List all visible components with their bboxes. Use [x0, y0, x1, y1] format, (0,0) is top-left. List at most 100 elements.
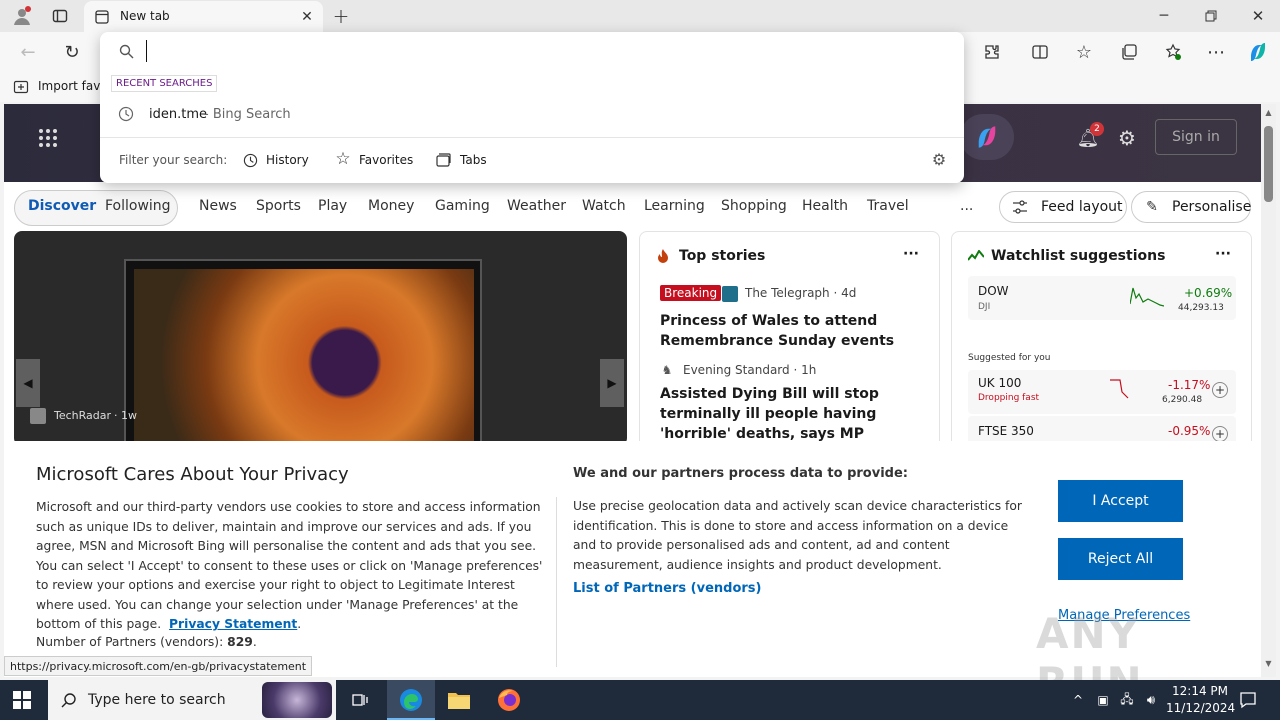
scrollbar-thumb[interactable] [1264, 126, 1273, 202]
network-icon[interactable]: 🖧︎ [1118, 691, 1136, 709]
tray-device-icon[interactable]: ▣ [1094, 691, 1112, 709]
browser-essentials-icon[interactable] [1161, 40, 1185, 64]
carousel-next-icon[interactable]: ▶ [600, 359, 624, 407]
top-stories-more[interactable]: ··· [903, 246, 919, 262]
notification-center-icon[interactable] [1238, 690, 1258, 710]
sign-in-label: Sign in [1172, 129, 1220, 145]
privacy-statement-link[interactable]: Privacy Statement [169, 617, 297, 631]
vertical-scrollbar[interactable]: ▲ ▼ [1261, 104, 1276, 677]
taskbar-search-box[interactable]: Type here to search [48, 680, 336, 720]
back-icon[interactable]: ← [16, 40, 40, 64]
nav-following[interactable]: Following [105, 198, 171, 214]
partners-count: 829 [227, 635, 253, 649]
address-dropdown: RECENT SEARCHES iden.tme - Bing Search F… [100, 32, 964, 183]
dow-name: DOW [978, 284, 1009, 298]
copilot-icon[interactable] [1246, 40, 1270, 64]
uk100-row[interactable]: UK 100 Dropping fast -1.17% 6,290.48 + [968, 370, 1236, 414]
restore-icon[interactable] [1197, 4, 1225, 28]
refresh-icon[interactable]: ↻ [60, 40, 84, 64]
add-ftse350-icon[interactable]: + [1212, 426, 1228, 441]
nav-travel[interactable]: Travel [867, 198, 909, 214]
taskbar: Type here to search ^ ▣ 🖧︎ 🔊︎ 12:14 PM 1… [0, 680, 1280, 720]
hero-card[interactable]: ◀ ▶ TechRadar · 1w [14, 231, 627, 441]
nav-shopping[interactable]: Shopping [721, 198, 787, 214]
nav-health[interactable]: Health [802, 198, 848, 214]
filter-history[interactable]: History [266, 153, 309, 167]
apps-grid-icon[interactable] [36, 126, 60, 150]
more-menu-icon[interactable]: ⋯ [1204, 40, 1228, 64]
tab-actions-icon[interactable] [50, 6, 70, 26]
scroll-down-icon[interactable]: ▼ [1261, 657, 1276, 669]
personalise-icon: ✎ [1146, 199, 1158, 215]
favorites-icon[interactable]: ☆ [1072, 40, 1096, 64]
import-favorites-link[interactable]: Import favo [38, 79, 108, 93]
watchlist-chart-icon [968, 250, 984, 262]
nav-watch[interactable]: Watch [582, 198, 626, 214]
sign-in-button[interactable]: Sign in [1155, 119, 1237, 155]
close-window-icon[interactable]: ✕ [1244, 4, 1272, 28]
collections-icon[interactable] [1117, 40, 1141, 64]
story-2-source: Evening Standard · 1h [683, 363, 817, 377]
import-icon[interactable] [12, 78, 30, 96]
filter-tabs[interactable]: Tabs [460, 153, 487, 167]
story-2-headline[interactable]: Assisted Dying Bill will stop terminally… [660, 384, 925, 441]
clock-time[interactable]: 12:14 PM [1172, 684, 1228, 698]
taskbar-edge-app[interactable] [387, 680, 435, 720]
nav-sports[interactable]: Sports [256, 198, 301, 214]
hero-source-logo [30, 408, 46, 424]
uk100-value: 6,290.48 [1162, 395, 1203, 405]
extensions-icon[interactable] [980, 40, 1004, 64]
file-explorer-icon[interactable] [446, 688, 472, 712]
dow-row[interactable]: DOW DJI +0.69% 44,293.13 [968, 276, 1236, 320]
consent-body: Microsoft and our third-party vendors us… [36, 500, 543, 631]
close-tab-icon[interactable]: ✕ [298, 8, 316, 26]
scroll-up-icon[interactable]: ▲ [1261, 106, 1276, 118]
personalise-button[interactable]: ✎ Personalise [1131, 191, 1251, 223]
tab-new-tab[interactable]: New tab ✕ [84, 1, 323, 32]
address-bar-input[interactable] [146, 40, 926, 62]
ftse350-row[interactable]: FTSE 350 -0.95% + [968, 416, 1236, 441]
hero-age: · 1w [114, 409, 137, 422]
list-of-partners-link[interactable]: List of Partners (vendors) [573, 581, 761, 596]
dow-value: 44,293.13 [1178, 303, 1224, 313]
watchlist-more[interactable]: ··· [1215, 246, 1231, 262]
nav-discover[interactable]: Discover [28, 198, 96, 214]
accept-label: I Accept [1092, 493, 1149, 509]
firefox-icon[interactable] [496, 688, 522, 712]
volume-icon[interactable]: 🔊︎ [1142, 691, 1160, 709]
clock-date[interactable]: 11/12/2024 [1166, 701, 1235, 715]
nav-learning[interactable]: Learning [644, 198, 705, 214]
task-view-icon[interactable] [348, 688, 372, 712]
breaking-badge: Breaking [660, 285, 722, 301]
nav-money[interactable]: Money [368, 198, 414, 214]
nav-play[interactable]: Play [318, 198, 347, 214]
feed-layout-button[interactable]: Feed layout [999, 191, 1127, 223]
settings-gear-icon[interactable]: ⚙ [1115, 126, 1139, 150]
tray-chevron-icon[interactable]: ^ [1070, 691, 1086, 709]
search-settings-gear-icon[interactable]: ⚙ [930, 150, 948, 169]
dow-change: +0.69% [1184, 286, 1233, 300]
evening-standard-logo: ♞ [661, 363, 673, 377]
carousel-prev-icon[interactable]: ◀ [16, 359, 40, 407]
reject-all-button[interactable]: Reject All [1058, 538, 1183, 580]
watchlist-card: Watchlist suggestions ··· DOW DJI +0.69%… [951, 231, 1252, 441]
accept-button[interactable]: I Accept [1058, 480, 1183, 522]
filter-favorites[interactable]: Favorites [359, 153, 413, 167]
nav-news[interactable]: News [199, 198, 237, 214]
suggested-label: Suggested for you [968, 353, 1051, 363]
nav-more[interactable]: ... [960, 198, 973, 214]
add-uk100-icon[interactable]: + [1212, 382, 1228, 398]
new-tab-icon[interactable]: + [330, 4, 352, 28]
divider [100, 137, 964, 138]
copilot-button[interactable] [960, 114, 1014, 160]
minimize-icon[interactable]: ─ [1150, 4, 1178, 28]
nav-weather[interactable]: Weather [507, 198, 566, 214]
search-icon [117, 42, 135, 60]
split-screen-icon[interactable] [1028, 40, 1052, 64]
windows-start-icon[interactable] [10, 690, 34, 710]
story-1-headline[interactable]: Princess of Wales to attend Remembrance … [660, 311, 910, 351]
nav-gaming[interactable]: Gaming [435, 198, 490, 214]
profile-icon[interactable] [10, 4, 34, 28]
suggestion-row[interactable]: iden.tme - Bing Search [100, 102, 964, 128]
sliders-icon [1012, 199, 1028, 215]
